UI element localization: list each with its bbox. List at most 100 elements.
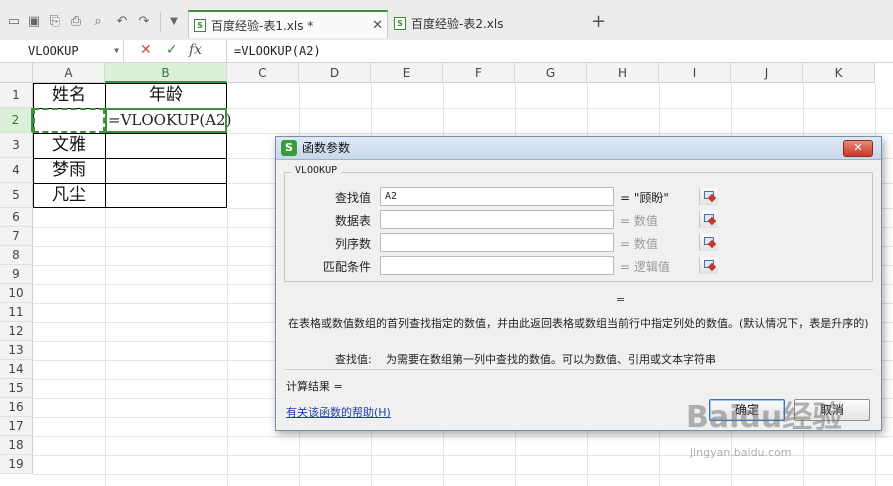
column-header-d[interactable]: D: [299, 63, 371, 83]
row-header-7[interactable]: 7: [0, 227, 33, 246]
arg-result-table-array: = 数值: [620, 214, 658, 228]
row-header-3[interactable]: 3: [0, 133, 33, 158]
tab-workbook-2[interactable]: S 百度经验-表2.xls: [389, 10, 585, 38]
gridline: [227, 208, 228, 486]
row-header-19[interactable]: 19: [0, 455, 33, 474]
function-description: 在表格或数值数组的首列查找指定的数值，并由此返回表格或数组当前行中指定列处的数值…: [288, 317, 869, 330]
open-folder-icon[interactable]: ▭: [6, 14, 22, 30]
column-header-i[interactable]: I: [659, 63, 731, 83]
row-header-15[interactable]: 15: [0, 379, 33, 398]
dialog-separator: [284, 369, 873, 370]
close-tab-icon[interactable]: ✕: [372, 12, 383, 40]
row-header-5[interactable]: 5: [0, 183, 33, 208]
column-header-h[interactable]: H: [587, 63, 659, 83]
column-header-b[interactable]: B: [105, 63, 227, 83]
formula-input[interactable]: =VLOOKUP(A2): [234, 40, 321, 62]
gridline: [33, 474, 893, 475]
arrow-icon: [707, 239, 717, 249]
param-description-label: 查找值:: [335, 353, 372, 366]
arg-result-lookup-value: = "顾盼": [620, 191, 669, 205]
arg-input-col-index[interactable]: [380, 233, 718, 252]
collapse-dialog-icon[interactable]: [699, 211, 718, 228]
row-header-9[interactable]: 9: [0, 265, 33, 284]
cell-a1[interactable]: 姓名: [33, 83, 105, 108]
row-header-17[interactable]: 17: [0, 417, 33, 436]
row-header-1[interactable]: 1: [0, 83, 33, 108]
cell-a4[interactable]: 梦雨: [33, 158, 105, 183]
cell-a5[interactable]: 凡尘: [33, 183, 105, 208]
function-arguments-dialog: S 函数参数 ✕ VLOOKUP 查找值 A2 = "顾盼" 数据表 = 数值 …: [275, 136, 882, 431]
row-header-13[interactable]: 13: [0, 341, 33, 360]
collapse-dialog-icon[interactable]: [699, 234, 718, 251]
toolbar-separator: [160, 12, 161, 32]
column-header-c[interactable]: C: [227, 63, 299, 83]
undo-icon[interactable]: ↶: [114, 14, 130, 30]
function-name-legend: VLOOKUP: [291, 165, 342, 176]
print-icon[interactable]: ⎙: [68, 14, 84, 30]
cell-b1[interactable]: 年龄: [105, 83, 227, 108]
tab-workbook-1[interactable]: S 百度经验-表1.xls * ✕: [188, 10, 388, 38]
gridline: [227, 108, 893, 109]
column-header-f[interactable]: F: [443, 63, 515, 83]
cancel-formula-icon[interactable]: ✕: [140, 42, 152, 58]
arg-input-table-array[interactable]: [380, 210, 718, 229]
sheet-file-icon: S: [394, 17, 406, 30]
dialog-close-button[interactable]: ✕: [843, 140, 873, 157]
arg-input-lookup-value[interactable]: A2: [380, 187, 718, 206]
cell-a2-reference-highlight[interactable]: [33, 108, 105, 133]
baidu-watermark-url: jingyan.baidu.com: [690, 446, 792, 459]
arg-result-range-lookup: = 逻辑值: [620, 260, 670, 274]
arg-input-range-lookup[interactable]: [380, 256, 718, 275]
arrow-icon: [707, 262, 717, 272]
row-header-6[interactable]: 6: [0, 208, 33, 227]
formula-bar: VLOOKUP ▼ ✕ ✓ fx =VLOOKUP(A2): [0, 40, 893, 63]
row-header-8[interactable]: 8: [0, 246, 33, 265]
wps-spreadsheet-logo-icon: S: [281, 140, 297, 156]
redo-icon[interactable]: ↷: [136, 14, 152, 30]
row-header-11[interactable]: 11: [0, 303, 33, 322]
cell-b3[interactable]: [105, 133, 227, 158]
cell-a3[interactable]: 文雅: [33, 133, 105, 158]
dialog-title-bar[interactable]: S 函数参数 ✕: [276, 137, 881, 160]
save-icon[interactable]: ▣: [26, 14, 42, 30]
collapse-dialog-icon[interactable]: [699, 188, 718, 205]
sheet-file-icon: S: [194, 19, 206, 32]
function-help-link[interactable]: 有关该函数的帮助(H): [286, 404, 391, 420]
row-header-16[interactable]: 16: [0, 398, 33, 417]
cell-b4[interactable]: [105, 158, 227, 183]
row-header-14[interactable]: 14: [0, 360, 33, 379]
customize-toolbar-chevron-down-icon[interactable]: ▼: [166, 14, 182, 30]
row-header-18[interactable]: 18: [0, 436, 33, 455]
row-header-12[interactable]: 12: [0, 322, 33, 341]
arg-input-value: A2: [385, 191, 398, 202]
confirm-formula-icon[interactable]: ✓: [166, 42, 178, 58]
chevron-down-icon[interactable]: ▼: [114, 40, 119, 62]
column-header-g[interactable]: G: [515, 63, 587, 83]
name-box[interactable]: VLOOKUP ▼: [0, 40, 124, 62]
formula-result-equals: =: [616, 293, 626, 306]
print-preview-icon[interactable]: ⌕: [90, 14, 106, 30]
arg-result-col-index: = 数值: [620, 237, 658, 251]
column-header-k[interactable]: K: [803, 63, 875, 83]
insert-function-icon[interactable]: fx: [189, 42, 202, 58]
formula-bar-separator: [226, 40, 227, 62]
cell-b5[interactable]: [105, 183, 227, 208]
title-tab-bar: ▭ ▣ ⎘ ⎙ ⌕ ↶ ↷ ▼ S 百度经验-表1.xls * ✕ S 百度经验…: [0, 0, 893, 41]
column-header-a[interactable]: A: [33, 63, 105, 83]
arg-label-table-array: 数据表: [334, 214, 371, 228]
new-tab-plus-icon[interactable]: +: [591, 13, 606, 31]
gridline: [227, 133, 893, 134]
select-all-corner[interactable]: [0, 63, 33, 83]
baidu-watermark-logo: Baidu经验: [686, 400, 843, 435]
row-header-10[interactable]: 10: [0, 284, 33, 303]
tab-label: 百度经验-表2.xls: [411, 17, 504, 31]
row-header-2[interactable]: 2: [0, 108, 33, 133]
column-header-j[interactable]: J: [731, 63, 803, 83]
dialog-title: 函数参数: [302, 141, 351, 155]
row-header-4[interactable]: 4: [0, 158, 33, 183]
cell-b2-editor[interactable]: =VLOOKUP(A2): [105, 108, 231, 133]
column-header-e[interactable]: E: [371, 63, 443, 83]
collapse-dialog-icon[interactable]: [699, 257, 718, 274]
export-pdf-icon[interactable]: ⎘: [47, 14, 63, 30]
calculation-result-label: 计算结果 =: [286, 380, 343, 393]
